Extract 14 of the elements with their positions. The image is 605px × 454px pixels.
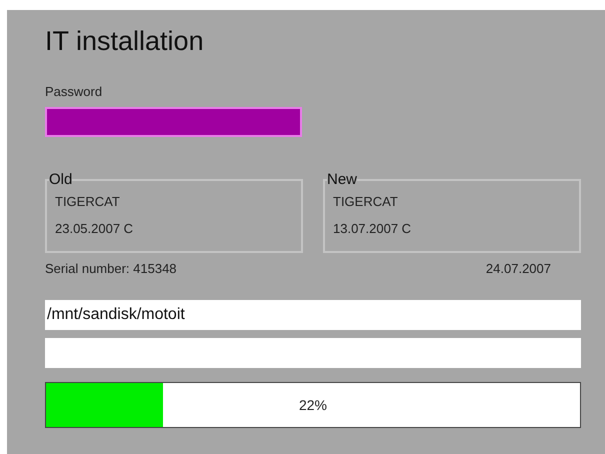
progress-percent: 22%	[298, 397, 328, 413]
password-field[interactable]	[45, 107, 302, 137]
window-title: IT installation	[45, 25, 205, 58]
input-field[interactable]	[45, 338, 581, 368]
version-name: TIGERCAT	[333, 194, 399, 209]
serial-number: Serial number: 415348	[45, 261, 177, 276]
password-label: Password	[45, 84, 104, 99]
version-name: TIGERCAT	[55, 194, 121, 209]
version-date: 13.07.2007 C	[333, 221, 412, 236]
group-legend: New	[327, 171, 358, 188]
group-legend: Old	[49, 171, 72, 188]
version-date: 23.05.2007 C	[55, 221, 134, 236]
date-text: 24.07.2007	[486, 261, 551, 276]
path-field[interactable]: /mnt/sandisk/motoit	[45, 300, 581, 330]
